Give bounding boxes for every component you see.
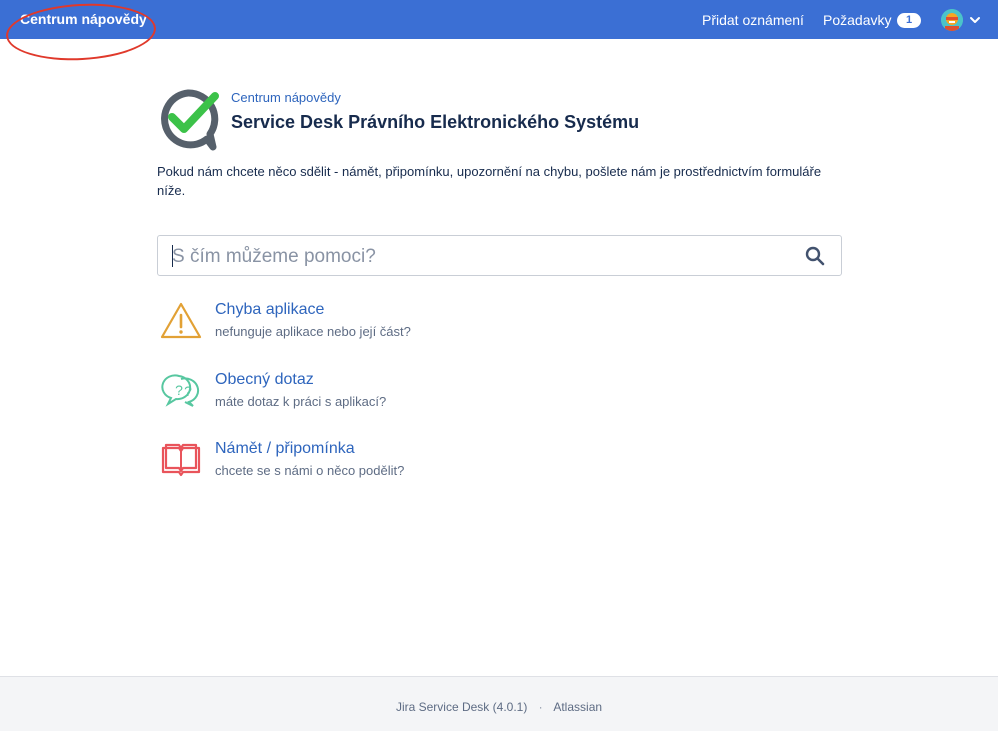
footer-content: Jira Service Desk (4.0.1) · Atlassian (0, 700, 998, 714)
breadcrumb[interactable]: Centrum nápovědy (231, 90, 341, 105)
user-avatar-icon[interactable] (941, 9, 963, 31)
service-desk-logo (155, 87, 223, 153)
search-box (157, 235, 842, 277)
request-type-description: máte dotaz k práci s aplikací? (215, 394, 387, 409)
open-book-icon (159, 440, 203, 480)
help-center-link[interactable]: Centrum nápovědy (20, 11, 147, 27)
requests-count-badge: 1 (897, 13, 921, 28)
footer-vendor-link[interactable]: Atlassian (553, 700, 602, 714)
request-type-question[interactable]: ? ? Obecný dotaz máte dotaz k práci s ap… (157, 371, 657, 425)
svg-text:?: ? (184, 383, 192, 399)
request-type-title[interactable]: Obecný dotaz (215, 371, 314, 389)
page-title: Service Desk Právního Elektronického Sys… (231, 112, 640, 132)
request-type-description: chcete se s námi o něco podělit? (215, 463, 405, 478)
search-input[interactable] (170, 236, 794, 277)
footer-separator: · (538, 700, 543, 714)
top-navigation-bar: Centrum nápovědy Přidat oznámení Požadav… (0, 0, 998, 39)
request-type-description: nefunguje aplikace nebo její část? (215, 324, 411, 339)
warning-icon (159, 301, 203, 341)
question-bubbles-icon: ? ? (159, 371, 203, 411)
intro-text: Pokud nám chcete něco sdělit - námět, př… (157, 164, 822, 198)
footer-product-link[interactable]: Jira Service Desk (4.0.1) (396, 700, 527, 714)
svg-text:?: ? (175, 382, 183, 398)
request-type-bug[interactable]: Chyba aplikace nefunguje aplikace nebo j… (157, 301, 657, 355)
text-cursor (172, 245, 173, 267)
request-type-suggestion[interactable]: Námět / připomínka chcete se s námi o ně… (157, 440, 657, 494)
request-type-title[interactable]: Námět / připomínka (215, 440, 355, 458)
chevron-down-icon[interactable] (969, 13, 981, 25)
add-announcement-link[interactable]: Přidat oznámení (702, 12, 804, 28)
footer: Jira Service Desk (4.0.1) · Atlassian (0, 676, 998, 731)
requests-link[interactable]: Požadavky (823, 12, 891, 28)
request-type-title[interactable]: Chyba aplikace (215, 301, 324, 319)
search-icon[interactable] (805, 246, 825, 266)
